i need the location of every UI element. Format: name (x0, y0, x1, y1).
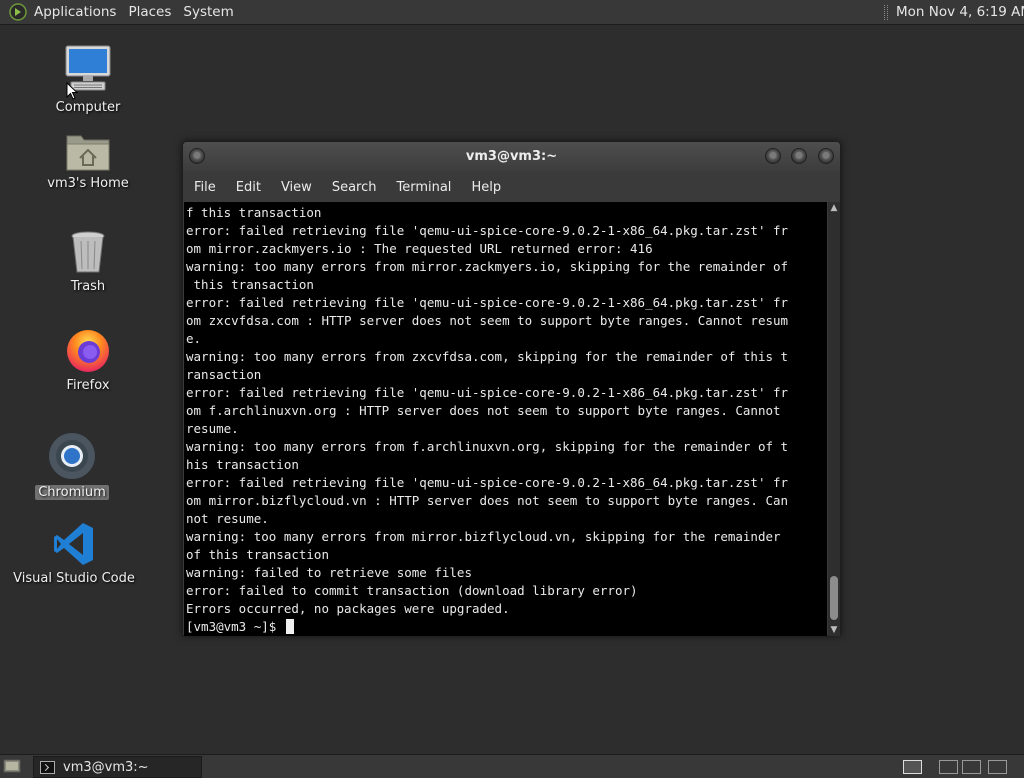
trash-icon (71, 231, 105, 273)
terminal-line: warning: too many errors from mirror.biz… (186, 529, 781, 544)
desktop-icon-trash[interactable]: Trash (28, 229, 148, 294)
terminal-line: om mirror.bizflycloud.vn : HTTP server d… (186, 493, 789, 508)
workspace-1[interactable] (903, 760, 922, 774)
terminal-line: his transaction (186, 457, 299, 472)
menu-view[interactable]: View (270, 180, 321, 195)
show-desktop-icon[interactable] (3, 758, 21, 775)
scroll-up-arrow-icon[interactable]: ▲ (828, 202, 840, 214)
terminal-line: f this transaction (186, 205, 322, 220)
terminal-line: om mirror.zackmyers.io : The requested U… (186, 241, 653, 256)
home-folder-icon (66, 135, 110, 171)
applications-menu[interactable]: Applications (27, 0, 122, 25)
menu-terminal[interactable]: Terminal (385, 180, 460, 195)
terminal-line: ransaction (186, 367, 262, 382)
terminal-line: of this transaction (186, 547, 329, 562)
shell-prompt: [vm3@vm3 ~]$ (186, 619, 284, 634)
bottom-panel: vm3@vm3:~ (0, 754, 1024, 778)
terminal-line: error: failed to commit transaction (dow… (186, 583, 638, 598)
taskbar-item-terminal[interactable]: vm3@vm3:~ (33, 756, 202, 778)
desktop-icon-label: Computer (55, 100, 121, 115)
terminal-line: om zxcvfdsa.com : HTTP server does not s… (186, 313, 789, 328)
text-cursor (285, 619, 294, 634)
desktop-icon-computer[interactable]: Computer (28, 44, 148, 115)
taskbar-item-label: vm3@vm3:~ (63, 759, 149, 775)
desktop-icon-home[interactable]: vm3's Home (28, 130, 148, 191)
desktop-icon-vscode[interactable]: Visual Studio Code (13, 521, 135, 586)
scrollbar-thumb[interactable] (830, 576, 838, 620)
workspace-2[interactable] (939, 760, 958, 774)
close-button[interactable] (818, 148, 834, 164)
menu-search[interactable]: Search (321, 180, 386, 195)
window-title: vm3@vm3:~ (465, 149, 558, 164)
terminal-window[interactable]: vm3@vm3:~ File Edit View Search Terminal… (182, 141, 841, 636)
firefox-icon (67, 330, 109, 372)
terminal-line: error: failed retrieving file 'qemu-ui-s… (186, 295, 789, 310)
desktop-icon-firefox[interactable]: Firefox (28, 326, 148, 393)
terminal-line: warning: failed to retrieve some files (186, 565, 472, 580)
clock[interactable]: Mon Nov 4, 6:19 AM (896, 0, 1024, 25)
terminal-line: resume. (186, 421, 239, 436)
menu-help[interactable]: Help (460, 180, 510, 195)
terminal-menubar: File Edit View Search Terminal Help (183, 173, 840, 201)
desktop-icon-chromium[interactable]: Chromium (12, 431, 132, 500)
workspace-4[interactable] (988, 760, 1007, 774)
terminal-line: error: failed retrieving file 'qemu-ui-s… (186, 385, 789, 400)
menu-file[interactable]: File (183, 180, 225, 195)
terminal-icon (40, 760, 55, 774)
panel-separator (884, 5, 888, 20)
minimize-button[interactable] (765, 148, 781, 164)
scroll-down-arrow-icon[interactable]: ▼ (828, 624, 840, 636)
terminal-line: not resume. (186, 511, 269, 526)
terminal-line: error: failed retrieving file 'qemu-ui-s… (186, 475, 789, 490)
window-titlebar[interactable]: vm3@vm3:~ (183, 142, 840, 172)
maximize-button[interactable] (791, 148, 807, 164)
terminal-line: om f.archlinuxvn.org : HTTP server does … (186, 403, 781, 418)
desktop-icon-label: Visual Studio Code (13, 571, 135, 586)
terminal-line: warning: too many errors from mirror.zac… (186, 259, 789, 274)
system-menu[interactable]: System (177, 0, 239, 25)
vscode-icon (54, 523, 93, 565)
chromium-icon (49, 433, 95, 479)
terminal-output[interactable]: f this transaction error: failed retriev… (184, 202, 827, 636)
menu-edit[interactable]: Edit (225, 180, 270, 195)
terminal-line: warning: too many errors from f.archlinu… (186, 439, 789, 454)
desktop-icon-label: Chromium (35, 485, 109, 500)
desktop-icon-label: Firefox (66, 378, 110, 393)
terminal-line: Errors occurred, no packages were upgrad… (186, 601, 510, 616)
terminal-line: this transaction (186, 277, 314, 292)
terminal-line: warning: too many errors from zxcvfdsa.c… (186, 349, 789, 364)
top-panel: Applications Places System Mon Nov 4, 6:… (0, 0, 1024, 25)
workspace-3[interactable] (962, 760, 981, 774)
places-menu[interactable]: Places (122, 0, 177, 25)
terminal-scrollbar[interactable]: ▲ ▼ (828, 202, 840, 636)
terminal-prompt-line[interactable]: [vm3@vm3 ~]$ (186, 618, 827, 636)
terminal-line: error: failed retrieving file 'qemu-ui-s… (186, 223, 789, 238)
desktop-icon-label: Trash (70, 279, 106, 294)
terminal-line: e. (186, 331, 202, 346)
applications-menu-icon[interactable] (9, 3, 27, 21)
desktop-icon-label: vm3's Home (47, 176, 129, 191)
mouse-pointer-icon (66, 82, 78, 100)
